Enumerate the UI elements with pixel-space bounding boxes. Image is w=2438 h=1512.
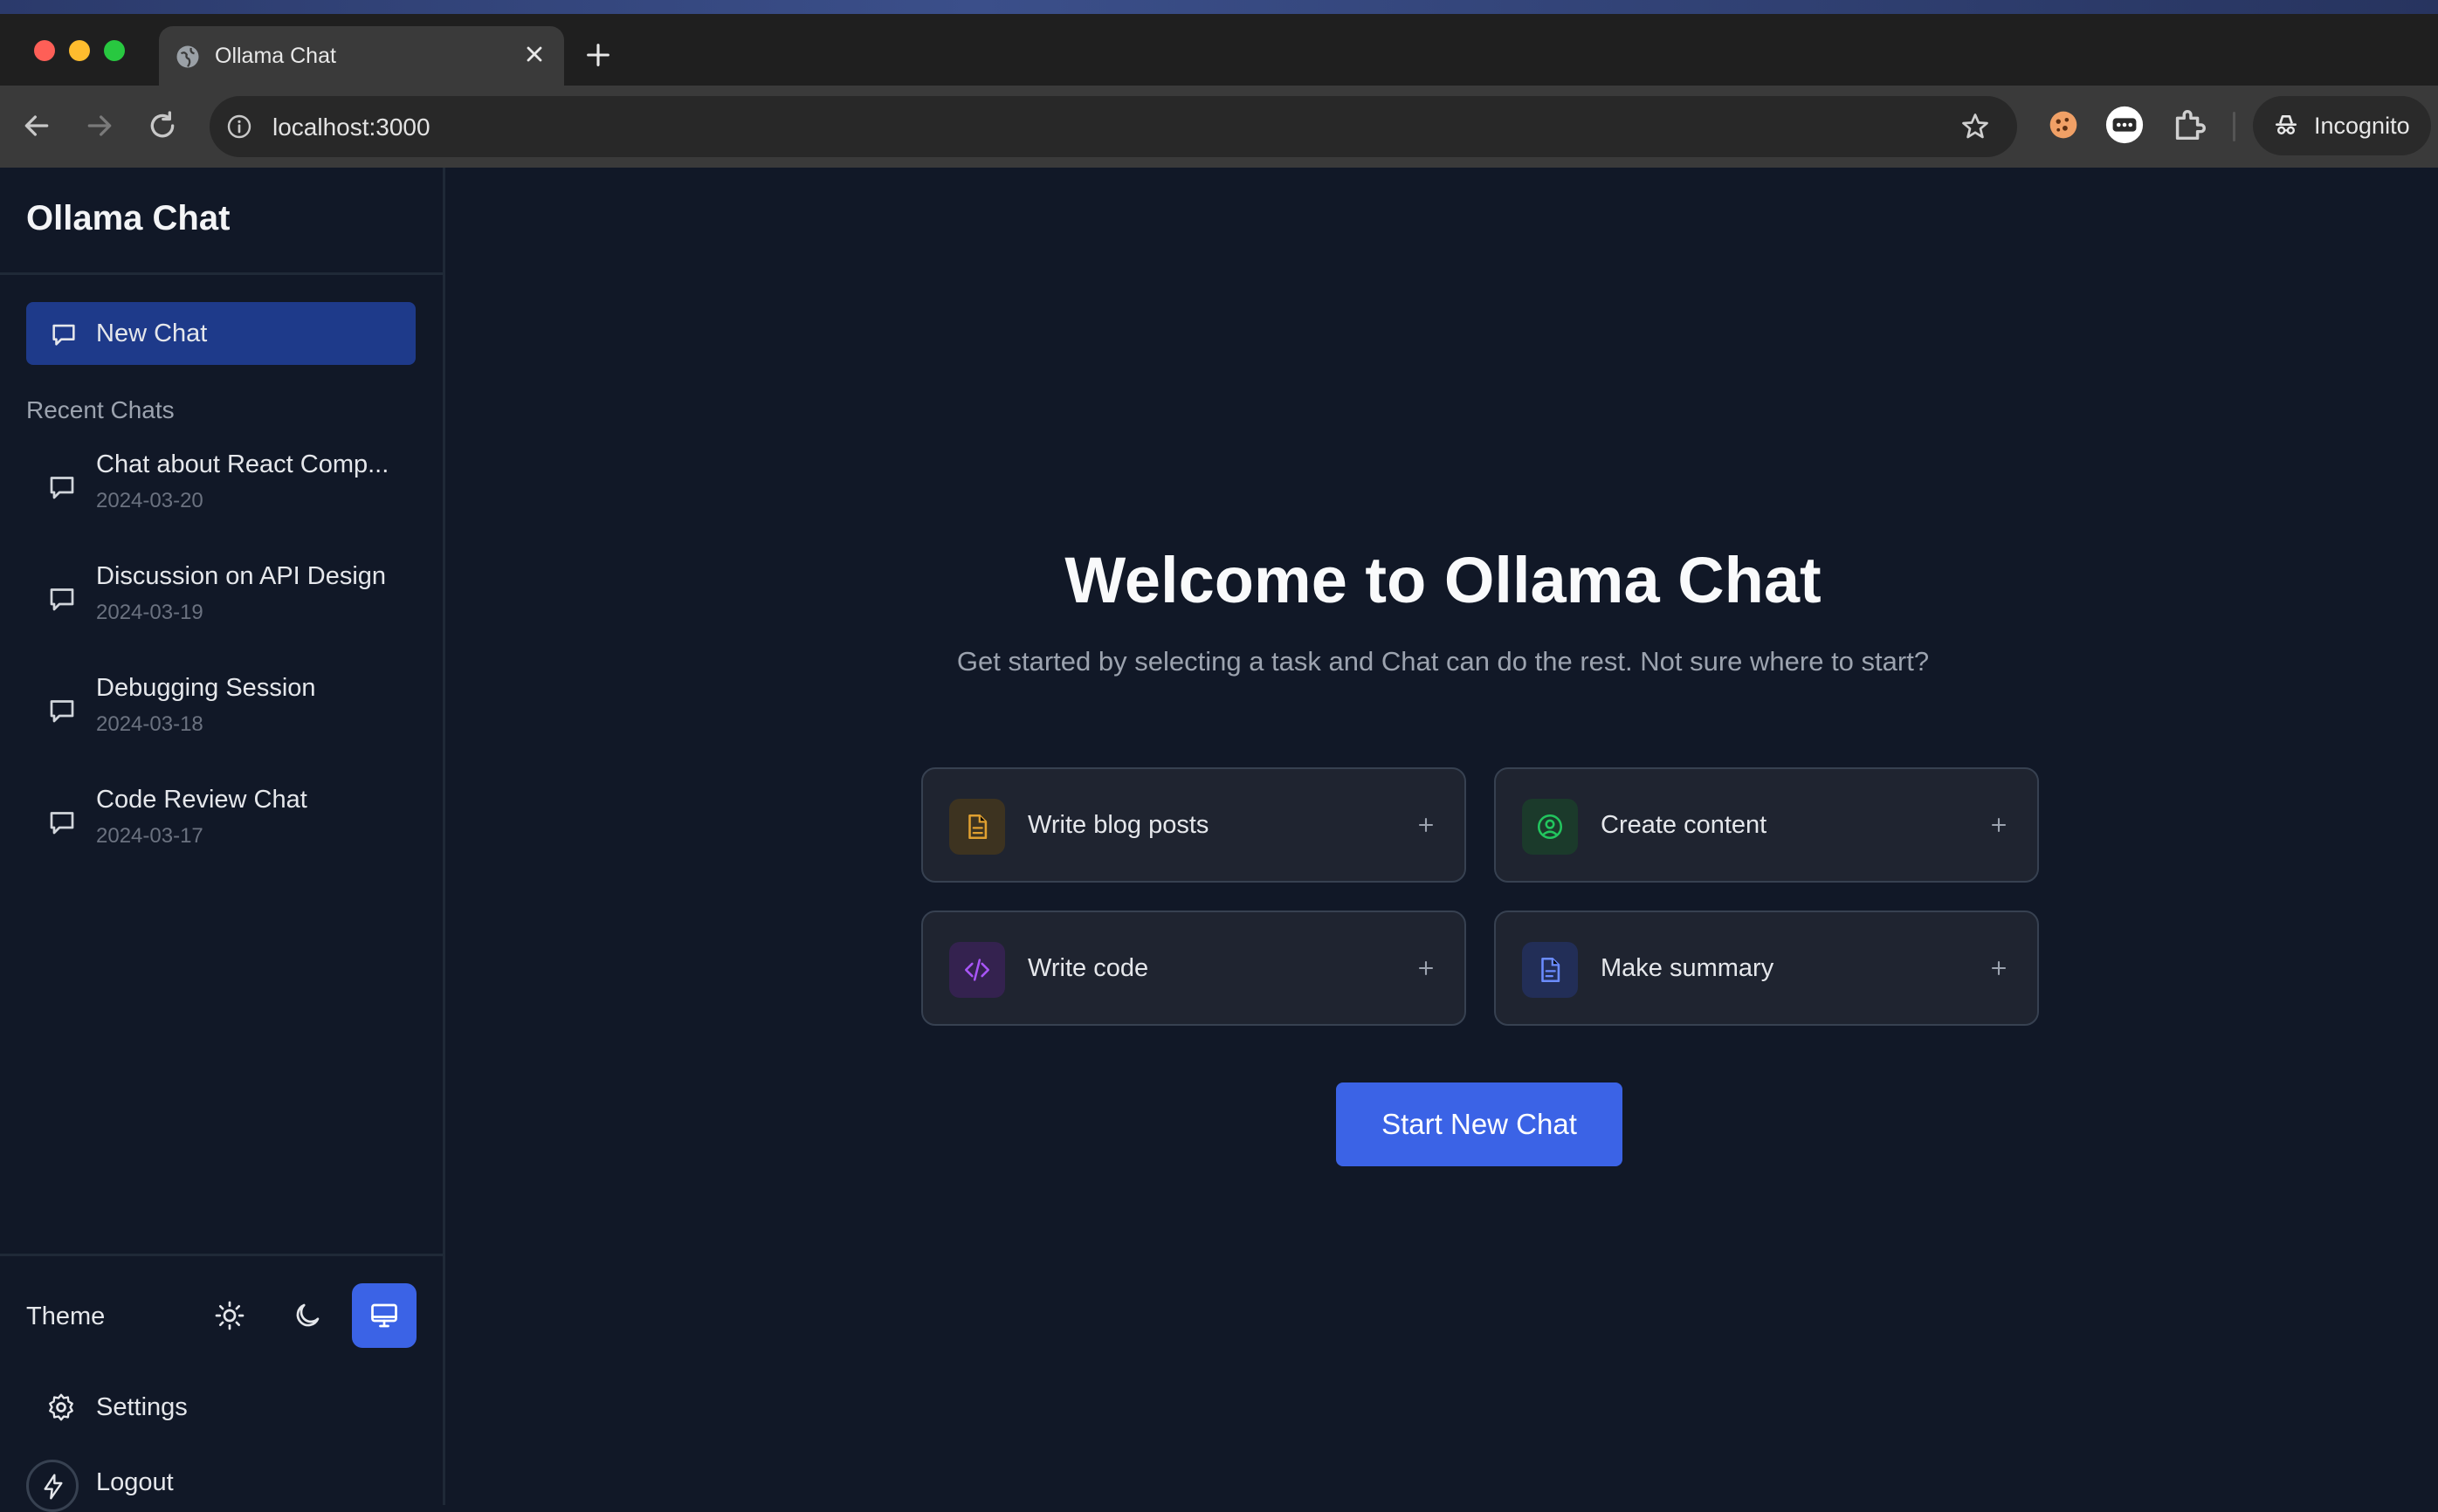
task-icon-box [949, 942, 1005, 998]
window-zoom-button[interactable] [104, 40, 125, 61]
moon-icon [296, 1303, 320, 1327]
task-icon-box [1522, 942, 1578, 998]
main-panel: Welcome to Ollama Chat Get started by se… [448, 168, 2438, 1505]
plus-icon [1991, 817, 2007, 833]
back-arrow-icon[interactable] [19, 108, 54, 143]
chat-title: Discussion on API Design [96, 562, 387, 590]
logout-link[interactable]: Logout [26, 1456, 416, 1512]
start-new-chat-button[interactable]: Start New Chat [1336, 1082, 1622, 1166]
chat-title: Code Review Chat [96, 786, 307, 814]
task-card-create-content[interactable]: Create content [1494, 767, 2039, 883]
gear-icon [49, 1393, 73, 1421]
chat-bubble-icon [50, 700, 74, 723]
sidebar-divider-top [0, 272, 445, 275]
task-label: Make summary [1601, 954, 1774, 982]
plus-icon [1418, 817, 1434, 833]
recent-chat-item[interactable]: Debugging Session 2024-03-18 [26, 665, 416, 761]
lightning-icon [44, 1474, 63, 1500]
reload-icon[interactable] [145, 108, 180, 143]
theme-system-button[interactable] [352, 1283, 417, 1348]
new-chat-label: New Chat [96, 320, 208, 347]
welcome-subtitle: Get started by selecting a task and Chat… [956, 646, 1930, 677]
document-icon [968, 814, 988, 840]
task-label: Create content [1601, 811, 1767, 839]
sidebar: Ollama Chat New Chat Recent Chats Chat a… [0, 168, 445, 1512]
chat-bubble-icon [50, 588, 74, 611]
chat-bubble-icon [50, 812, 74, 835]
user-circle-icon [1537, 814, 1563, 840]
recent-chat-item[interactable]: Discussion on API Design 2024-03-19 [26, 553, 416, 649]
toolbar-separator [2233, 112, 2235, 141]
chat-date: 2024-03-18 [96, 712, 203, 736]
logout-label: Logout [96, 1468, 174, 1496]
task-label: Write blog posts [1028, 811, 1209, 839]
chat-bubble-icon [50, 477, 74, 499]
url-text: localhost:3000 [272, 113, 430, 141]
address-bar[interactable]: localhost:3000 [210, 96, 2017, 157]
forward-arrow-icon[interactable] [82, 108, 117, 143]
code-icon [964, 959, 990, 981]
more-extension-icon[interactable] [2104, 105, 2145, 145]
chat-date: 2024-03-20 [96, 489, 203, 512]
browser-toolbar: localhost:3000 Incognito [0, 86, 2438, 168]
recent-chat-item[interactable]: Chat about React Comp... 2024-03-20 [26, 442, 416, 538]
document-text-icon [1541, 957, 1560, 983]
recent-chat-item[interactable]: Code Review Chat 2024-03-17 [26, 777, 416, 873]
incognito-label: Incognito [2314, 113, 2410, 139]
new-chat-button[interactable]: New Chat [26, 302, 416, 365]
logout-avatar [26, 1460, 79, 1512]
plus-icon [1991, 960, 2007, 976]
settings-label: Settings [96, 1393, 188, 1421]
close-icon[interactable] [522, 42, 547, 66]
theme-dark-button[interactable] [275, 1283, 340, 1348]
window-close-button[interactable] [34, 40, 55, 61]
chat-bubble-icon [52, 324, 75, 346]
chat-title: Debugging Session [96, 674, 316, 702]
app-title: Ollama Chat [26, 199, 231, 237]
macos-menubar [0, 0, 2438, 14]
cookie-extension-icon[interactable] [2043, 105, 2083, 145]
bookmark-star-icon[interactable] [1959, 111, 1991, 142]
recent-chats-header: Recent Chats [26, 396, 175, 423]
browser-tabbar: Ollama Chat [0, 14, 2438, 86]
task-card-write-blog-posts[interactable]: Write blog posts [921, 767, 1466, 883]
chat-title: Chat about React Comp... [96, 450, 389, 478]
tab-title: Ollama Chat [215, 44, 336, 68]
incognito-badge[interactable]: Incognito [2253, 96, 2431, 155]
monitor-icon [371, 1303, 397, 1328]
task-icon-box [949, 799, 1005, 855]
task-card-write-code[interactable]: Write code [921, 911, 1466, 1026]
globe-icon [176, 45, 199, 68]
incognito-icon [2276, 115, 2297, 134]
task-card-make-summary[interactable]: Make summary [1494, 911, 2039, 1026]
settings-link[interactable]: Settings [26, 1381, 416, 1433]
theme-label: Theme [26, 1302, 106, 1330]
task-label: Write code [1028, 954, 1149, 982]
browser-tab-active[interactable]: Ollama Chat [159, 26, 564, 86]
sun-icon [215, 1301, 244, 1330]
chat-date: 2024-03-17 [96, 824, 203, 848]
window-minimize-button[interactable] [69, 40, 90, 61]
plus-icon [1418, 960, 1434, 976]
new-tab-icon[interactable] [583, 40, 613, 70]
task-icon-box [1522, 799, 1578, 855]
chat-date: 2024-03-19 [96, 601, 203, 624]
info-icon[interactable] [225, 113, 253, 141]
sidebar-divider-bottom [0, 1254, 445, 1256]
welcome-title: Welcome to Ollama Chat [1064, 544, 1822, 616]
extensions-puzzle-icon[interactable] [2169, 105, 2209, 145]
theme-light-button[interactable] [197, 1283, 262, 1348]
